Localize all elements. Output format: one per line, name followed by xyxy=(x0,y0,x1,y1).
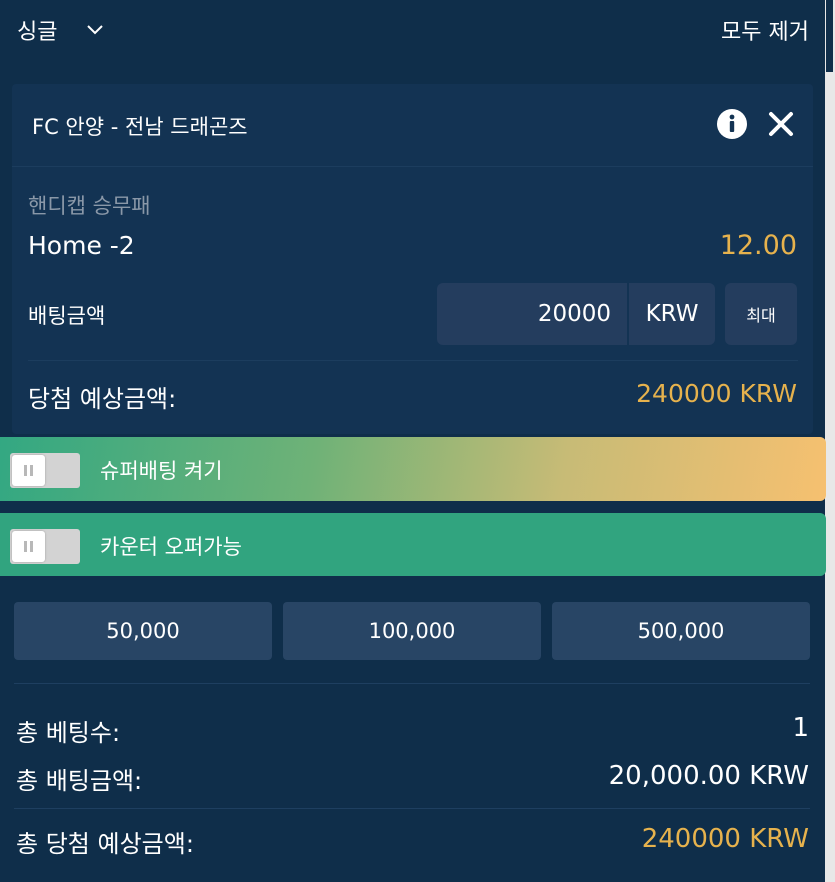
stake-label: 배팅금액 xyxy=(28,304,106,328)
max-stake-button[interactable]: 최대 xyxy=(725,283,797,345)
chevron-down-icon xyxy=(85,20,105,40)
counter-offer-banner: 카운터 오퍼가능 xyxy=(0,513,826,576)
quick-amount-button[interactable]: 100,000 xyxy=(283,602,541,660)
total-bets-label: 총 베팅수: xyxy=(16,719,121,747)
superbet-toggle[interactable] xyxy=(10,453,80,488)
superbet-banner: 슈퍼배팅 켜기 xyxy=(0,437,826,501)
pause-icon xyxy=(12,531,45,562)
divider xyxy=(28,360,798,361)
quick-amount-buttons: 50,000 100,000 500,000 xyxy=(14,602,810,660)
bet-card-header: FC 안양 - 전남 드래곤즈 xyxy=(12,84,813,167)
pause-icon xyxy=(12,455,45,486)
odds-value: 12.00 xyxy=(719,230,797,261)
potential-win-label: 당첨 예상금액: xyxy=(28,385,177,413)
betslip-header: 싱글 모두 제거 xyxy=(0,0,825,62)
remove-all-button[interactable]: 모두 제거 xyxy=(721,14,809,46)
total-stake-label: 총 배팅금액: xyxy=(16,767,143,795)
quick-amount-button[interactable]: 50,000 xyxy=(14,602,272,660)
quick-amount-button[interactable]: 500,000 xyxy=(552,602,810,660)
divider xyxy=(14,683,810,684)
superbet-label: 슈퍼배팅 켜기 xyxy=(100,459,223,483)
divider xyxy=(14,808,810,809)
info-icon[interactable] xyxy=(716,108,748,140)
total-potential-win-value: 240000 KRW xyxy=(641,824,809,854)
scrollbar-thumb[interactable] xyxy=(826,0,833,72)
close-icon[interactable] xyxy=(767,110,795,138)
potential-win-value: 240000 KRW xyxy=(636,379,797,408)
scrollbar[interactable] xyxy=(825,0,835,882)
total-stake-value: 20,000.00 KRW xyxy=(608,761,809,791)
total-potential-win-label: 총 당첨 예상금액: xyxy=(16,830,194,858)
market-name: 핸디캡 승무패 xyxy=(28,194,151,218)
bet-card: FC 안양 - 전남 드래곤즈 핸디캡 승무패 Home -2 12.00 배팅… xyxy=(12,84,813,434)
bet-mode-label: 싱글 xyxy=(17,20,58,45)
match-title: FC 안양 - 전남 드래곤즈 xyxy=(32,115,248,139)
stake-input[interactable] xyxy=(437,283,627,345)
counter-offer-toggle[interactable] xyxy=(10,529,80,564)
bet-mode-dropdown[interactable]: 싱글 xyxy=(17,14,105,46)
selection-name: Home -2 xyxy=(28,231,135,260)
total-bets-value: 1 xyxy=(792,713,809,743)
counter-offer-label: 카운터 오퍼가능 xyxy=(100,535,242,559)
currency-label: KRW xyxy=(629,283,715,345)
